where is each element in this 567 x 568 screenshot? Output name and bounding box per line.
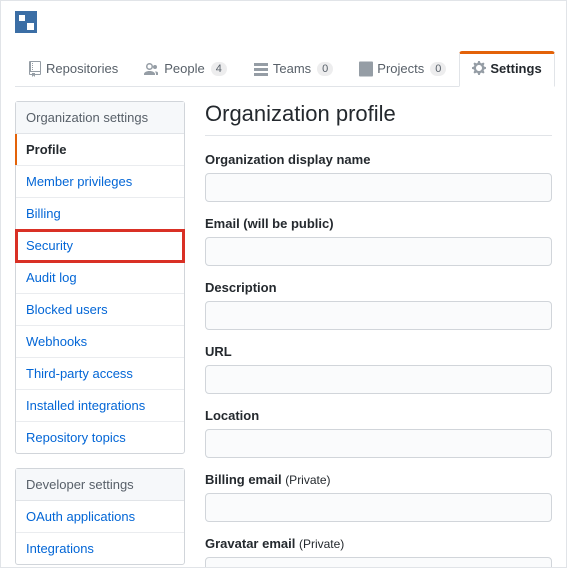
tab-label: Teams — [273, 61, 311, 76]
url-input[interactable] — [205, 365, 552, 394]
display-name-input[interactable] — [205, 173, 552, 202]
tab-label: People — [164, 61, 204, 76]
sidebar-item-billing[interactable]: Billing — [16, 198, 184, 230]
teams-icon — [253, 61, 269, 77]
tab-counter: 0 — [430, 62, 446, 76]
sidebar-item-member-privileges[interactable]: Member privileges — [16, 166, 184, 198]
email-label: Email (will be public) — [205, 216, 552, 231]
display-name-label: Organization display name — [205, 152, 552, 167]
org-avatar[interactable] — [15, 11, 37, 33]
tab-projects[interactable]: Projects 0 — [346, 51, 459, 87]
menu-header: Developer settings — [16, 469, 184, 501]
org-tabs: Repositories People 4 Teams 0 Projects 0… — [15, 50, 552, 87]
main-content: Organization profile Organization displa… — [205, 101, 552, 568]
tab-teams[interactable]: Teams 0 — [240, 51, 346, 87]
menu-header: Organization settings — [16, 102, 184, 134]
tab-label: Settings — [490, 61, 541, 76]
description-input[interactable] — [205, 301, 552, 330]
dev-settings-menu: Developer settings OAuth applications In… — [15, 468, 185, 565]
sidebar-item-audit-log[interactable]: Audit log — [16, 262, 184, 294]
sidebar-item-blocked-users[interactable]: Blocked users — [16, 294, 184, 326]
sidebar-item-webhooks[interactable]: Webhooks — [16, 326, 184, 358]
people-icon — [144, 61, 160, 77]
org-settings-menu: Organization settings Profile Member pri… — [15, 101, 185, 454]
email-input[interactable] — [205, 237, 552, 266]
tab-label: Projects — [377, 61, 424, 76]
sidebar-item-repository-topics[interactable]: Repository topics — [16, 422, 184, 453]
sidebar-item-integrations[interactable]: Integrations — [16, 533, 184, 564]
url-label: URL — [205, 344, 552, 359]
page-title: Organization profile — [205, 101, 552, 136]
tab-counter: 4 — [211, 62, 227, 76]
settings-sidebar: Organization settings Profile Member pri… — [15, 101, 185, 568]
billing-email-input[interactable] — [205, 493, 552, 522]
gear-icon — [472, 60, 486, 76]
gravatar-email-input[interactable] — [205, 557, 552, 568]
gravatar-email-label: Gravatar email (Private) — [205, 536, 552, 551]
sidebar-item-oauth-apps[interactable]: OAuth applications — [16, 501, 184, 533]
sidebar-item-profile[interactable]: Profile — [16, 134, 184, 166]
repo-icon — [28, 61, 42, 77]
description-label: Description — [205, 280, 552, 295]
tab-label: Repositories — [46, 61, 118, 76]
location-input[interactable] — [205, 429, 552, 458]
tab-repositories[interactable]: Repositories — [15, 51, 131, 87]
tab-people[interactable]: People 4 — [131, 51, 240, 87]
tab-counter: 0 — [317, 62, 333, 76]
project-icon — [359, 61, 373, 77]
location-label: Location — [205, 408, 552, 423]
sidebar-item-third-party[interactable]: Third-party access — [16, 358, 184, 390]
sidebar-item-security[interactable]: Security — [16, 230, 184, 262]
billing-email-label: Billing email (Private) — [205, 472, 552, 487]
tab-settings[interactable]: Settings — [459, 51, 554, 87]
sidebar-item-installed-integrations[interactable]: Installed integrations — [16, 390, 184, 422]
